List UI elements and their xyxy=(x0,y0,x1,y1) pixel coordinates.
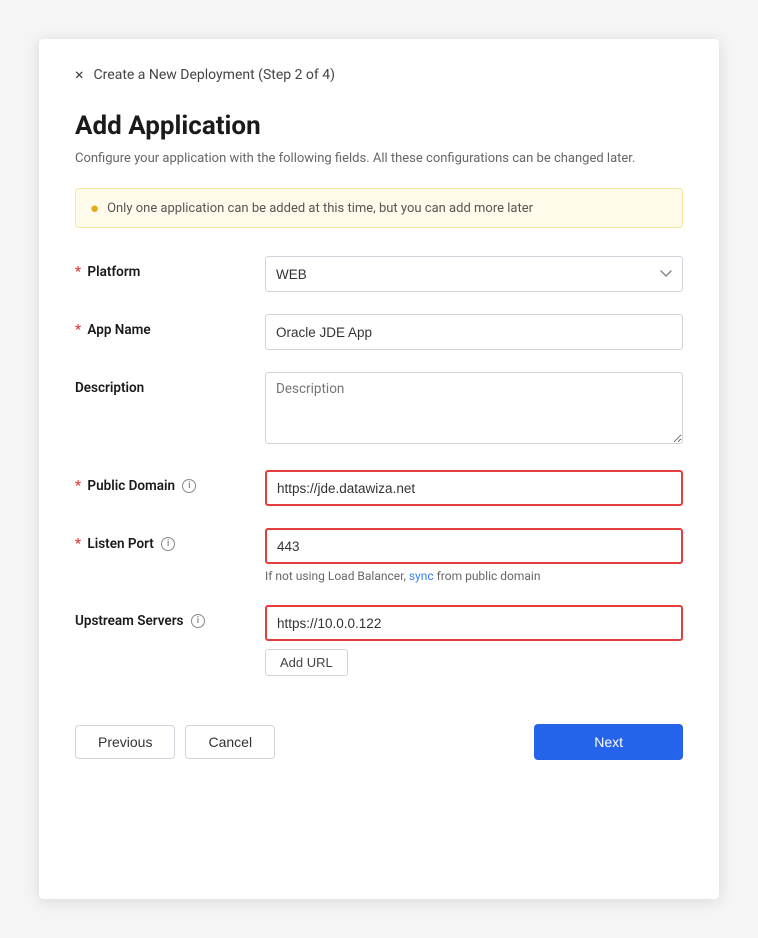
description-textarea[interactable] xyxy=(265,372,683,444)
modal-header: × Create a New Deployment (Step 2 of 4) xyxy=(75,67,683,83)
appname-label: * App Name xyxy=(75,314,265,338)
public-domain-row: * Public Domain i xyxy=(75,470,683,506)
listen-port-info-icon: i xyxy=(161,537,175,551)
next-button[interactable]: Next xyxy=(534,724,683,760)
description-label: Description xyxy=(75,372,265,396)
upstream-input[interactable] xyxy=(265,605,683,641)
page-subtitle: Configure your application with the foll… xyxy=(75,151,683,166)
alert-icon: ● xyxy=(90,199,99,217)
public-domain-info-icon: i xyxy=(182,479,196,493)
footer-left: Previous Cancel xyxy=(75,725,275,759)
public-domain-control xyxy=(265,470,683,506)
upstream-control: Add URL xyxy=(265,605,683,676)
appname-row: * App Name xyxy=(75,314,683,350)
listen-port-hint: If not using Load Balancer, sync from pu… xyxy=(265,569,683,583)
form-section: * Platform WEB * App Name Description xyxy=(75,256,683,676)
alert-message: Only one application can be added at thi… xyxy=(107,201,533,216)
description-row: Description xyxy=(75,372,683,448)
sync-link[interactable]: sync xyxy=(409,569,434,583)
modal-container: × Create a New Deployment (Step 2 of 4) … xyxy=(39,39,719,899)
cancel-button[interactable]: Cancel xyxy=(185,725,275,759)
listen-port-row: * Listen Port i If not using Load Balanc… xyxy=(75,528,683,583)
listen-port-input[interactable] xyxy=(265,528,683,564)
previous-button[interactable]: Previous xyxy=(75,725,175,759)
upstream-row: Upstream Servers i Add URL xyxy=(75,605,683,676)
footer-actions: Previous Cancel Next xyxy=(75,724,683,760)
appname-control xyxy=(265,314,683,350)
platform-control: WEB xyxy=(265,256,683,292)
add-url-button[interactable]: Add URL xyxy=(265,649,348,676)
listen-port-control: If not using Load Balancer, sync from pu… xyxy=(265,528,683,583)
upstream-label: Upstream Servers i xyxy=(75,605,265,629)
platform-label: * Platform xyxy=(75,256,265,280)
listen-port-label: * Listen Port i xyxy=(75,528,265,552)
platform-row: * Platform WEB xyxy=(75,256,683,292)
description-control xyxy=(265,372,683,448)
alert-banner: ● Only one application can be added at t… xyxy=(75,188,683,228)
public-domain-input[interactable] xyxy=(265,470,683,506)
public-domain-label: * Public Domain i xyxy=(75,470,265,494)
upstream-info-icon: i xyxy=(191,614,205,628)
page-title: Add Application xyxy=(75,111,683,141)
platform-select[interactable]: WEB xyxy=(265,256,683,292)
appname-input[interactable] xyxy=(265,314,683,350)
close-icon[interactable]: × xyxy=(75,67,84,83)
modal-title: Create a New Deployment (Step 2 of 4) xyxy=(94,67,335,83)
